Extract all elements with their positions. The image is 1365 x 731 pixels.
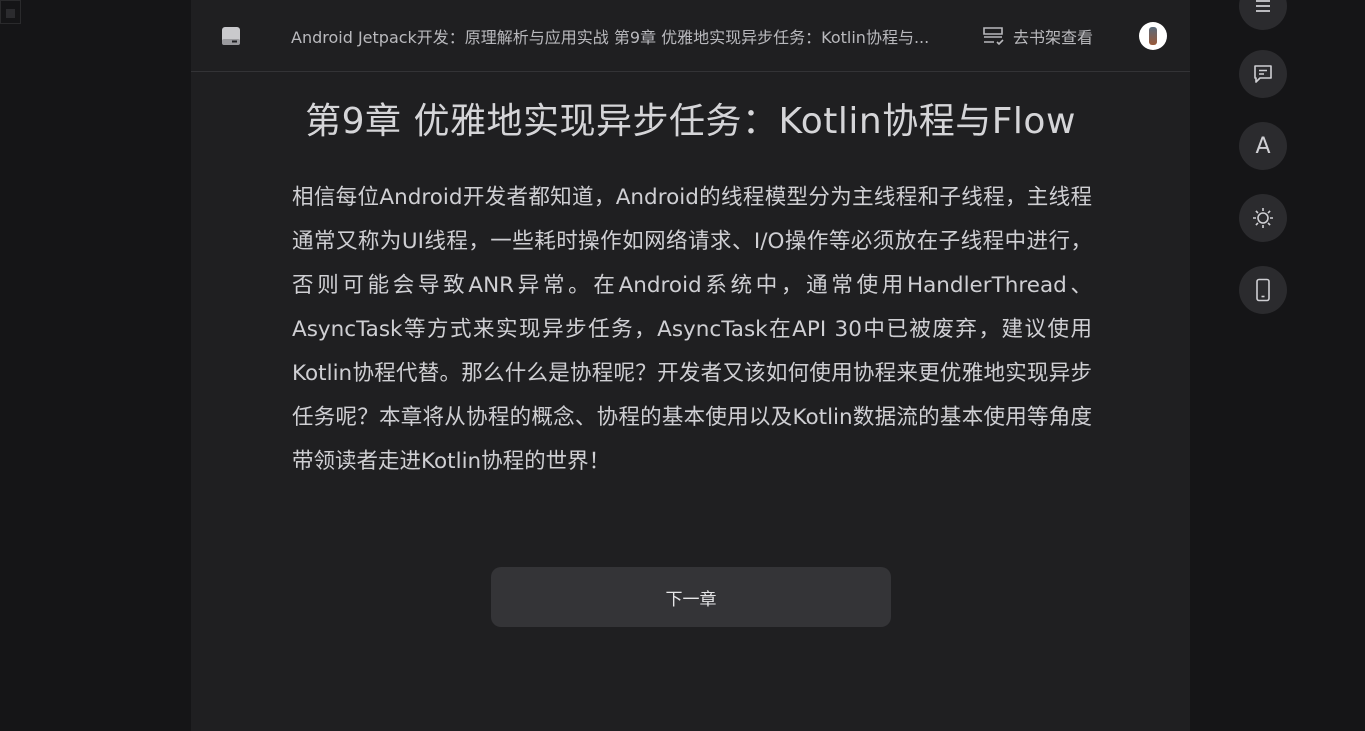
comments-button[interactable] (1239, 50, 1287, 98)
go-to-bookshelf-button[interactable]: 去书架查看 (981, 22, 1093, 50)
menu-icon (1256, 0, 1270, 12)
bookshelf-icon (983, 27, 1004, 46)
mobile-reading-button[interactable] (1239, 266, 1287, 314)
brightness-button[interactable] (1239, 194, 1287, 242)
corner-widget (0, 0, 21, 24)
font-icon: A (1255, 133, 1271, 159)
comment-icon (1254, 65, 1272, 83)
font-settings-button[interactable]: A (1239, 122, 1287, 170)
book-title[interactable]: Android Jetpack开发：原理解析与应用实战 第9章 优雅地实现异步任… (291, 24, 931, 48)
chapter-title: 第9章 优雅地实现异步任务：Kotlin协程与Flow (305, 101, 1076, 142)
bookshelf-label: 去书架查看 (1013, 28, 1094, 47)
chapter-body: 相信每位Android开发者都知道，Android的线程模型分为主线程和子线程，… (292, 185, 1092, 474)
book-icon[interactable] (221, 26, 241, 46)
user-avatar[interactable] (1139, 22, 1167, 50)
phone-icon (1256, 278, 1270, 302)
next-chapter-button[interactable]: 下一章 (491, 567, 891, 627)
reader-header: Android Jetpack开发：原理解析与应用实战 第9章 优雅地实现异步任… (191, 0, 1190, 72)
catalog-button[interactable] (1239, 0, 1287, 30)
brightness-icon (1253, 208, 1273, 228)
reader-panel: Android Jetpack开发：原理解析与应用实战 第9章 优雅地实现异步任… (191, 0, 1190, 731)
